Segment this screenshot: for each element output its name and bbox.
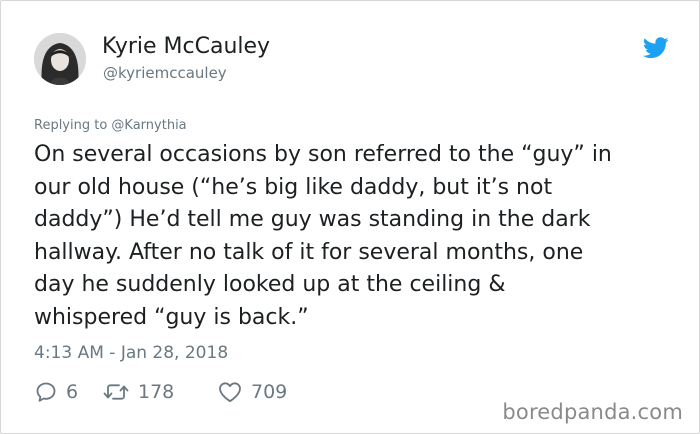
tweet-text-line: On several occasions by son referred to … (34, 142, 612, 167)
like-button[interactable]: 709 (217, 380, 287, 404)
like-count: 709 (251, 381, 288, 403)
tweet-actions: 6 178 709 (34, 378, 287, 406)
retweet-count: 178 (138, 381, 175, 403)
avatar[interactable] (34, 33, 86, 85)
reply-button[interactable]: 6 (34, 380, 102, 404)
heart-icon (219, 382, 241, 403)
reply-context[interactable]: Replying to @Karnythia (34, 117, 187, 135)
twitter-bird-icon[interactable] (643, 37, 669, 59)
tweet-timestamp[interactable]: 4:13 AM - Jan 28, 2018 (34, 342, 228, 364)
retweet-button[interactable]: 178 (102, 380, 217, 404)
tweet-text: On several occasions by son referred to … (34, 139, 684, 334)
avatar-photo (34, 33, 86, 85)
tweet-text-line: whispered “guy is back.” (34, 304, 309, 330)
tweet-text-line: daddy”) He’d tell me guy was standing in… (34, 207, 591, 232)
reply-icon (36, 382, 56, 402)
tweet-card: Kyrie McCauley @kyriemccauley Replying t… (0, 0, 700, 434)
author-display-name[interactable]: Kyrie McCauley (102, 33, 270, 61)
retweet-icon (103, 384, 129, 400)
tweet-text-line: our old house (“he’s big like daddy, but… (34, 174, 553, 200)
tweet-text-line: day he suddenly looked up at the ceiling… (34, 272, 506, 297)
author-handle[interactable]: @kyriemccauley (103, 63, 227, 83)
reply-count: 6 (66, 381, 79, 403)
watermark: boredpanda.com (502, 400, 683, 424)
tweet-text-line: hallway. After no talk of it for several… (34, 239, 584, 265)
